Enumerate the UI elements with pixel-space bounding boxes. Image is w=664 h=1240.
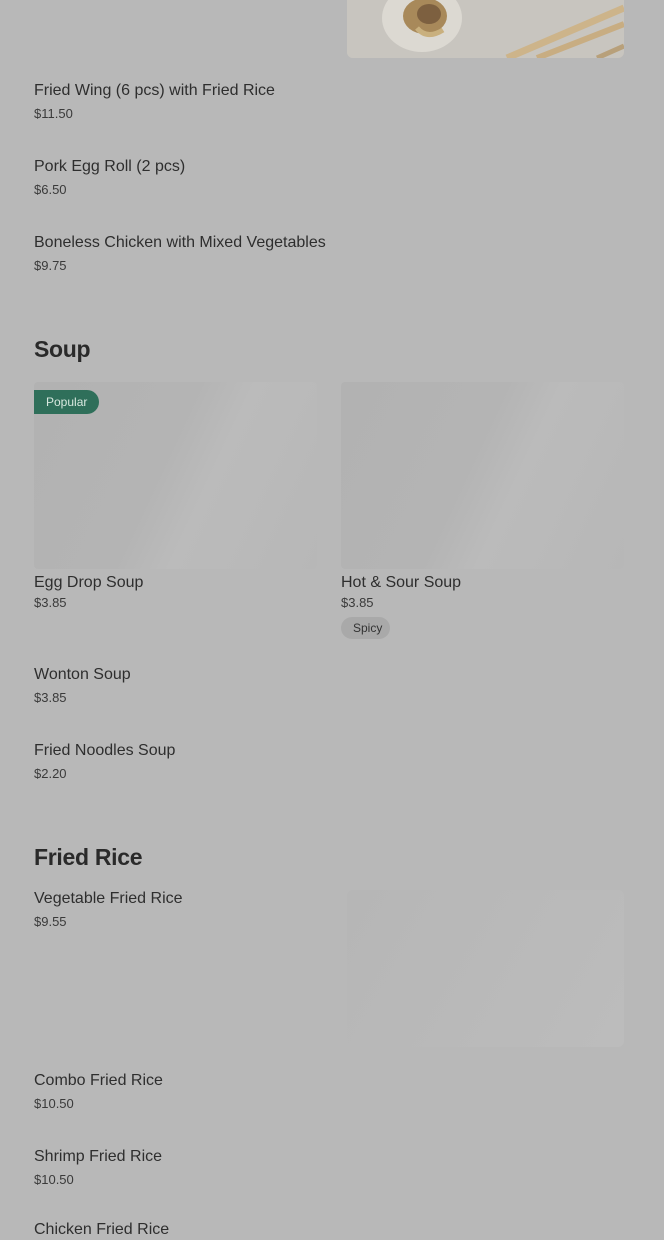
item-price: $3.85 <box>341 595 374 610</box>
item-price: $3.85 <box>34 690 67 705</box>
item-name: Chicken Fried Rice <box>34 1221 170 1238</box>
item-name: Egg Drop Soup <box>34 574 144 591</box>
list-item[interactable]: Shrimp Fried Rice $10.50 <box>34 1147 162 1188</box>
item-name: Wonton Soup <box>34 666 131 683</box>
list-item[interactable]: Combo Fried Rice $10.50 <box>34 1071 163 1112</box>
item-price: $10.50 <box>34 1096 74 1111</box>
section-title-soup: Soup <box>34 336 91 362</box>
item-name: Combo Fried Rice <box>34 1072 163 1089</box>
item-name: Pork Egg Roll (2 pcs) <box>34 158 186 175</box>
item-price: $9.55 <box>34 914 67 929</box>
list-item[interactable]: Boneless Chicken with Mixed Vegetables $… <box>34 233 326 274</box>
item-name: Vegetable Fried Rice <box>34 890 183 907</box>
vegetable-fried-rice-image[interactable] <box>347 890 624 1047</box>
item-price: $10.50 <box>34 1172 74 1187</box>
item-price: $3.85 <box>34 595 67 610</box>
menu-page: Fried Wing (6 pcs) with Fried Rice $11.5… <box>0 0 664 1238</box>
list-item[interactable]: Pork Egg Roll (2 pcs) $6.50 <box>34 157 185 198</box>
item-price: $6.50 <box>34 182 67 197</box>
spicy-tag: Spicy <box>341 617 391 639</box>
popular-badge: Popular <box>34 390 100 414</box>
item-name: Shrimp Fried Rice <box>34 1148 163 1165</box>
list-item[interactable]: Fried Noodles Soup $2.20 <box>34 741 175 782</box>
item-price: $9.75 <box>34 258 67 273</box>
item-image: Popular <box>34 382 317 569</box>
item-name: Fried Wing (6 pcs) with Fried Rice <box>34 82 275 99</box>
item-price: $2.20 <box>34 766 67 781</box>
item-name: Hot & Sour Soup <box>341 574 462 591</box>
section-title-fried-rice: Fried Rice <box>34 844 143 870</box>
list-item[interactable]: Vegetable Fried Rice $9.55 <box>34 889 183 930</box>
item-image <box>341 382 624 569</box>
list-item[interactable]: Wonton Soup $3.85 <box>34 665 131 706</box>
egg-roll-image[interactable] <box>347 0 624 58</box>
item-name: Fried Noodles Soup <box>34 742 176 759</box>
list-item[interactable]: Fried Wing (6 pcs) with Fried Rice $11.5… <box>34 81 275 122</box>
item-name: Boneless Chicken with Mixed Vegetables <box>34 234 326 251</box>
list-item[interactable]: Chicken Fried Rice <box>34 1220 169 1240</box>
item-price: $11.50 <box>34 106 73 121</box>
menu-card-egg-drop-soup[interactable]: Popular Egg Drop Soup $3.85 <box>34 382 317 611</box>
menu-card-hot-sour-soup[interactable]: Hot & Sour Soup $3.85 Spicy <box>341 382 624 639</box>
